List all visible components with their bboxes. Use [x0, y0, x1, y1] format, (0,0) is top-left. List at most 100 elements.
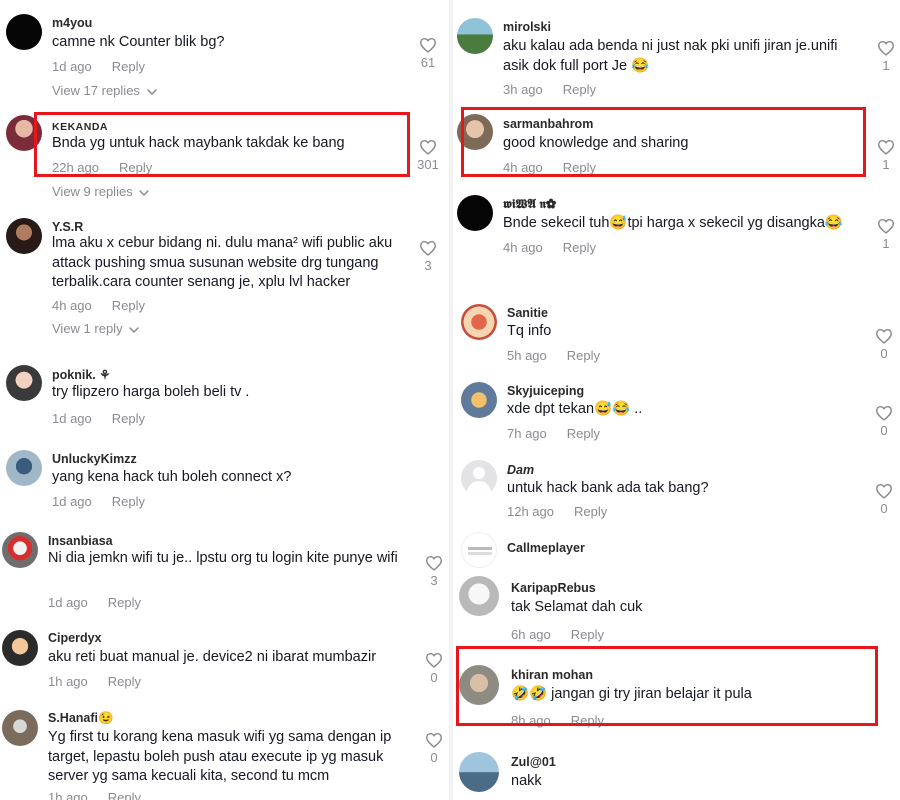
like-button[interactable]: 0 [869, 328, 899, 361]
like-count: 1 [882, 236, 890, 251]
comment-time: 1h ago [48, 674, 88, 689]
comment-text: Yg first tu korang kena masuk wifi yg sa… [48, 729, 392, 784]
reply-button[interactable]: Reply [112, 494, 145, 509]
username[interactable]: KaripapRebus [511, 581, 596, 595]
avatar[interactable] [6, 365, 42, 401]
avatar[interactable] [2, 532, 38, 568]
comment-time: 1d ago [52, 59, 92, 74]
comment-meta: 1d ago Reply [48, 595, 141, 610]
view-replies-button[interactable]: View 17 replies [52, 83, 157, 98]
like-count: 0 [880, 346, 888, 361]
reply-button[interactable]: Reply [112, 411, 145, 426]
username[interactable]: Sanitie [507, 306, 548, 320]
like-button[interactable]: 0 [869, 483, 899, 516]
like-count: 61 [420, 55, 436, 70]
avatar[interactable] [6, 218, 42, 254]
like-button[interactable]: 0 [869, 405, 899, 438]
username[interactable]: Dam [507, 463, 534, 477]
comment-time: 12h ago [507, 504, 554, 519]
avatar[interactable] [461, 532, 497, 568]
comment-time: 1d ago [48, 595, 88, 610]
avatar[interactable] [6, 450, 42, 486]
view-replies-button[interactable]: View 9 replies [52, 184, 149, 199]
like-count: 3 [424, 258, 432, 273]
avatar[interactable] [459, 752, 499, 792]
comment-text: xde dpt tekan😅😂 .. [507, 401, 643, 417]
reply-button[interactable]: Reply [567, 348, 600, 363]
avatar[interactable] [459, 576, 499, 616]
heart-icon [419, 139, 437, 155]
username[interactable]: Callmeplayer [507, 541, 585, 555]
view-replies-label: View 1 reply [52, 321, 123, 336]
comment-time: 7h ago [507, 426, 547, 441]
like-count: 1 [882, 157, 890, 172]
username[interactable]: S.Hanafi😉 [48, 711, 114, 726]
heart-icon [875, 405, 893, 421]
comment-text: try flipzero harga boleh beli tv . [52, 384, 250, 400]
reply-button[interactable]: Reply [108, 595, 141, 610]
avatar[interactable] [6, 14, 42, 50]
username[interactable]: Insanbiasa [48, 534, 113, 548]
avatar[interactable] [461, 304, 497, 340]
like-button[interactable]: 3 [413, 240, 443, 273]
comment-text: camne nk Counter blik bg? [52, 34, 225, 50]
comment-text: aku reti buat manual je. device2 ni ibar… [48, 649, 377, 665]
comment-time: 6h ago [511, 627, 551, 642]
like-button[interactable]: 301 [413, 139, 443, 172]
like-count: 1 [882, 58, 890, 73]
avatar[interactable] [2, 630, 38, 666]
reply-button[interactable]: Reply [108, 790, 141, 800]
like-button[interactable]: 61 [413, 37, 443, 70]
avatar[interactable] [461, 382, 497, 418]
reply-button[interactable]: Reply [112, 59, 145, 74]
reply-button[interactable]: Reply [108, 674, 141, 689]
like-button[interactable]: 0 [419, 732, 449, 765]
like-button[interactable]: 1 [871, 218, 900, 251]
view-replies-label: View 9 replies [52, 184, 133, 199]
reply-button[interactable]: Reply [563, 240, 596, 255]
reply-button[interactable]: Reply [574, 504, 607, 519]
like-button[interactable]: 1 [871, 40, 900, 73]
like-button[interactable]: 1 [871, 139, 900, 172]
comment-meta: 6h ago Reply [511, 627, 604, 642]
avatar[interactable] [2, 710, 38, 746]
comment-time: 5h ago [507, 348, 547, 363]
comment-meta: 5h ago Reply [507, 348, 600, 363]
reply-button[interactable]: Reply [571, 627, 604, 642]
comment-text: Tq info [507, 323, 552, 339]
username[interactable]: m4you [52, 16, 92, 30]
username[interactable]: Skyjuiceping [507, 384, 584, 398]
heart-icon [419, 37, 437, 53]
like-button[interactable]: 0 [419, 652, 449, 685]
username[interactable]: Zul@01 [511, 755, 556, 769]
comment-meta: 1d ago Reply [52, 411, 145, 426]
chevron-down-icon [129, 327, 139, 333]
reply-button[interactable]: Reply [563, 82, 596, 97]
comment-time: 3h ago [503, 82, 543, 97]
highlight-box [461, 107, 866, 177]
like-count: 0 [430, 750, 438, 765]
view-replies-button[interactable]: View 1 reply [52, 321, 139, 336]
comment-meta: 4h ago Reply [503, 240, 596, 255]
username[interactable]: Ciperdyx [48, 631, 102, 645]
comment-text: tak Selamat dah cuk [511, 599, 643, 615]
avatar[interactable] [461, 460, 497, 496]
highlight-box [456, 646, 878, 726]
reply-button[interactable]: Reply [112, 298, 145, 313]
like-button[interactable]: 3 [419, 555, 449, 588]
avatar[interactable] [457, 195, 493, 231]
username[interactable]: mirolski [503, 20, 551, 34]
heart-icon [877, 139, 895, 155]
avatar[interactable] [457, 18, 493, 54]
comment-time: 4h ago [52, 298, 92, 313]
username[interactable]: 𝖜𝖎𝖂𝕬 𝖓✿ [503, 197, 556, 212]
reply-button[interactable]: Reply [567, 426, 600, 441]
comment-meta: 7h ago Reply [507, 426, 600, 441]
comment-meta: 3h ago Reply [503, 82, 596, 97]
username[interactable]: UnluckyKimzz [52, 452, 137, 466]
username[interactable]: Y.S.R [52, 220, 83, 234]
comment-meta: 1h ago Reply [48, 674, 141, 689]
like-count: 0 [880, 423, 888, 438]
username[interactable]: poknik. ⚘ [52, 367, 110, 382]
heart-icon [877, 218, 895, 234]
